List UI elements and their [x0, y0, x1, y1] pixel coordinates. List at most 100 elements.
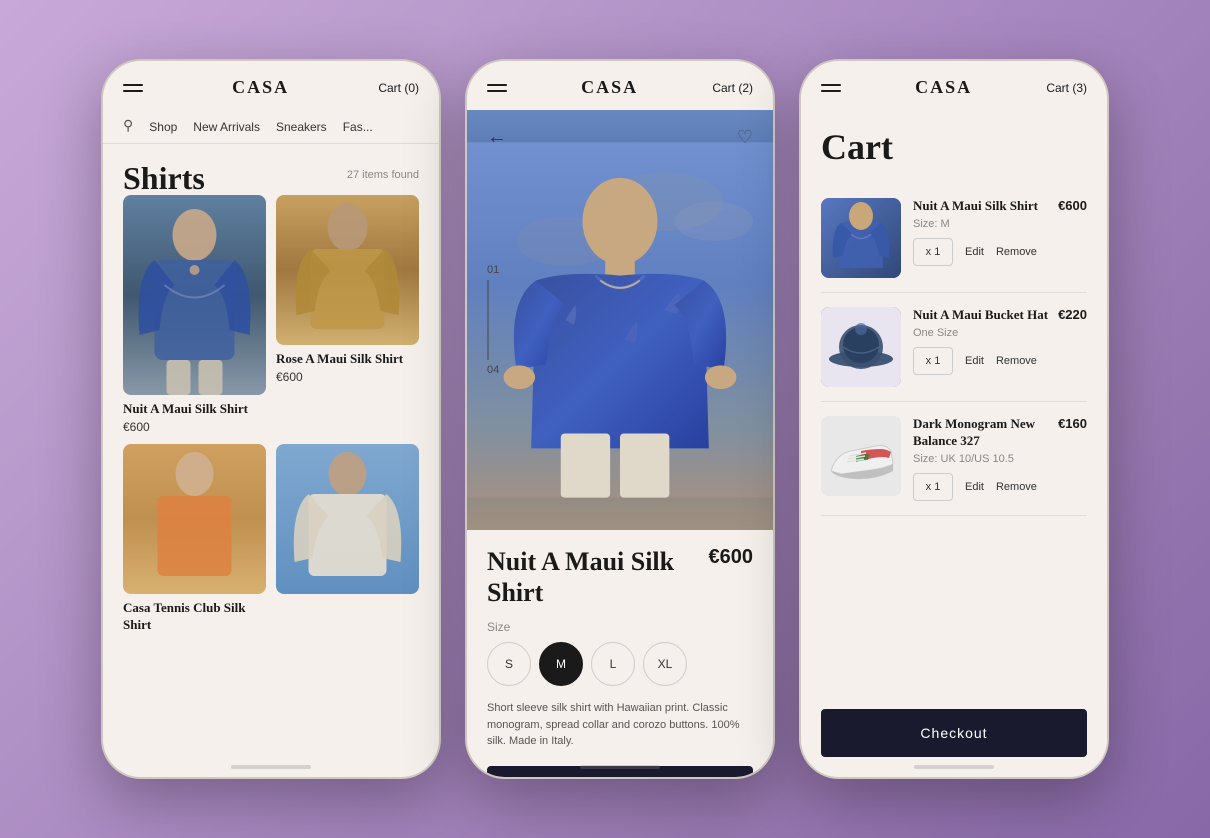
- qty-box-1[interactable]: x 1: [913, 238, 953, 266]
- listing-cart[interactable]: Cart (0): [378, 81, 419, 95]
- cart-item-name-2: Nuit A Maui Bucket Hat: [913, 307, 1058, 324]
- phone-cart: CASA Cart (3) Cart: [799, 59, 1109, 779]
- person-4-svg: [276, 444, 419, 594]
- cart-shoe-svg: [821, 416, 901, 496]
- cart-item-size-2: One Size: [913, 327, 1087, 339]
- checkout-button[interactable]: Checkout: [821, 709, 1087, 757]
- product-image-3: [123, 444, 266, 594]
- cart-item-actions-3: x 1 Edit Remove: [913, 473, 1087, 501]
- product-name-2: Rose A Maui Silk Shirt: [276, 351, 419, 368]
- nav-more[interactable]: Fas...: [343, 120, 373, 134]
- nav-new-arrivals[interactable]: New Arrivals: [193, 120, 260, 134]
- home-indicator: [580, 765, 660, 769]
- slide-top: 01: [487, 264, 499, 276]
- slide-bottom: 04: [487, 364, 499, 376]
- listing-header: CASA Cart (0): [103, 61, 439, 110]
- edit-btn-2[interactable]: Edit: [965, 355, 984, 367]
- menu-icon[interactable]: [123, 84, 143, 92]
- listing-logo: CASA: [232, 77, 289, 98]
- cart-item-actions-2: x 1 Edit Remove: [913, 347, 1087, 375]
- detail-cart[interactable]: Cart (2): [712, 81, 753, 95]
- cart-item-image-3: [821, 416, 901, 496]
- cart-logo: CASA: [915, 77, 972, 98]
- detail-name-row: Nuit A Maui Silk Shirt €600: [487, 546, 753, 608]
- cart-item-2: Nuit A Maui Bucket Hat €220 One Size x 1…: [821, 293, 1087, 402]
- cart-item-price-2: €220: [1058, 307, 1087, 322]
- product-description: Short sleeve silk shirt with Hawaiian pr…: [487, 700, 753, 750]
- cart-item-price-1: €600: [1058, 198, 1087, 213]
- size-btn-m[interactable]: M: [539, 642, 583, 686]
- product-detail: ← ♡ 01 04: [467, 110, 773, 779]
- search-icon[interactable]: ⚲: [123, 118, 133, 135]
- cart-item-name-3: Dark Monogram New Balance 327: [913, 416, 1058, 450]
- cart-item-name-row-3: Dark Monogram New Balance 327 €160: [913, 416, 1087, 450]
- cart-item-size-1: Size: M: [913, 218, 1087, 230]
- size-selector: S M L XL: [487, 642, 753, 686]
- list-item[interactable]: Casa Tennis Club Silk Shirt: [123, 444, 266, 634]
- product-name-1: Nuit A Maui Silk Shirt: [123, 401, 266, 418]
- cart-shirt-svg: [821, 198, 901, 278]
- nav-shop[interactable]: Shop: [149, 120, 177, 134]
- cart-item-actions-1: x 1 Edit Remove: [913, 238, 1087, 266]
- detail-menu-icon[interactable]: [487, 84, 507, 92]
- cart-hat-svg: [821, 307, 901, 387]
- detail-product-price: €600: [709, 546, 754, 569]
- list-item[interactable]: Rose A Maui Silk Shirt €600: [276, 195, 419, 434]
- person-1-svg: [123, 195, 266, 395]
- list-item[interactable]: [276, 444, 419, 634]
- size-btn-xl[interactable]: XL: [643, 642, 687, 686]
- person-2-svg: [276, 195, 419, 345]
- cart-title: Cart: [821, 126, 1087, 168]
- cart-content: Cart: [801, 110, 1107, 766]
- back-button[interactable]: ←: [487, 126, 507, 149]
- qty-box-3[interactable]: x 1: [913, 473, 953, 501]
- slide-line: [487, 280, 489, 360]
- cart-item-image-2: [821, 307, 901, 387]
- product-image-1: [123, 195, 266, 395]
- cart-item-details-3: Dark Monogram New Balance 327 €160 Size:…: [913, 416, 1087, 501]
- cart-count[interactable]: Cart (3): [1046, 81, 1087, 95]
- person-3-svg: [123, 444, 266, 594]
- cart-item-1: Nuit A Maui Silk Shirt €600 Size: M x 1 …: [821, 184, 1087, 293]
- remove-btn-3[interactable]: Remove: [996, 481, 1037, 493]
- edit-btn-1[interactable]: Edit: [965, 246, 984, 258]
- cart-item-price-3: €160: [1058, 416, 1087, 431]
- slide-indicator: 01 04: [487, 264, 499, 376]
- nav-sneakers[interactable]: Sneakers: [276, 120, 327, 134]
- cart-item-name-row-2: Nuit A Maui Bucket Hat €220: [913, 307, 1087, 324]
- product-grid: Nuit A Maui Silk Shirt €600 Rose A Maui …: [123, 195, 419, 634]
- cart-item-name-row-1: Nuit A Maui Silk Shirt €600: [913, 198, 1087, 215]
- cart-header: CASA Cart (3): [801, 61, 1107, 110]
- detail-header: CASA Cart (2): [467, 61, 773, 110]
- size-label: Size: [487, 620, 753, 634]
- detail-nav-overlay: ← ♡: [467, 110, 773, 165]
- home-indicator: [231, 765, 311, 769]
- nav-bar: ⚲ Shop New Arrivals Sneakers Fas...: [103, 110, 439, 144]
- cart-item-name-1: Nuit A Maui Silk Shirt: [913, 198, 1058, 215]
- phone-listing: CASA Cart (0) ⚲ Shop New Arrivals Sneake…: [101, 59, 441, 779]
- product-image-4: [276, 444, 419, 594]
- cart-menu-icon[interactable]: [821, 84, 841, 92]
- product-list-content: Shirts 27 items found Nu: [103, 144, 439, 650]
- home-indicator: [914, 765, 994, 769]
- cart-item-details-2: Nuit A Maui Bucket Hat €220 One Size x 1…: [913, 307, 1087, 375]
- edit-btn-3[interactable]: Edit: [965, 481, 984, 493]
- cart-item-size-3: Size: UK 10/US 10.5: [913, 453, 1087, 465]
- cart-item-3: Dark Monogram New Balance 327 €160 Size:…: [821, 402, 1087, 516]
- detail-hero-image: ← ♡ 01 04: [467, 110, 773, 530]
- detail-product-name: Nuit A Maui Silk Shirt: [487, 546, 709, 608]
- cart-item-image-1: [821, 198, 901, 278]
- qty-box-2[interactable]: x 1: [913, 347, 953, 375]
- phone-detail: CASA Cart (2) ← ♡ 01 04: [465, 59, 775, 779]
- cart-item-details-1: Nuit A Maui Silk Shirt €600 Size: M x 1 …: [913, 198, 1087, 266]
- detail-logo: CASA: [581, 77, 638, 98]
- remove-btn-2[interactable]: Remove: [996, 355, 1037, 367]
- product-price-2: €600: [276, 370, 419, 384]
- product-image-2: [276, 195, 419, 345]
- remove-btn-1[interactable]: Remove: [996, 246, 1037, 258]
- size-btn-l[interactable]: L: [591, 642, 635, 686]
- wishlist-button[interactable]: ♡: [737, 127, 753, 148]
- product-price-1: €600: [123, 420, 266, 434]
- size-btn-s[interactable]: S: [487, 642, 531, 686]
- list-item[interactable]: Nuit A Maui Silk Shirt €600: [123, 195, 266, 434]
